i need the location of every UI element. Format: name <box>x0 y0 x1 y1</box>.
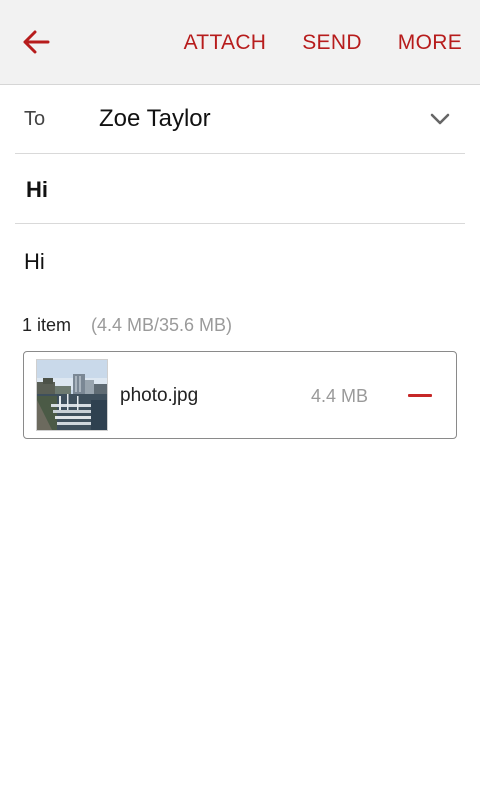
send-button[interactable]: SEND <box>302 31 362 55</box>
subject-row: Hi <box>15 154 465 224</box>
toolbar-actions: ATTACH SEND MORE <box>148 0 462 85</box>
back-button[interactable] <box>16 22 56 62</box>
minus-icon <box>408 394 432 397</box>
remove-attachment-button[interactable] <box>398 378 442 412</box>
attachment-total-size: (4.4 MB/35.6 MB) <box>91 315 233 335</box>
subject-field[interactable]: Hi <box>26 177 48 203</box>
chevron-down-icon[interactable] <box>429 109 451 129</box>
attachment-item[interactable]: photo.jpg 4.4 MB <box>23 351 457 439</box>
attach-button[interactable]: ATTACH <box>184 31 267 55</box>
message-body-field[interactable]: Hi <box>24 249 45 275</box>
photo-thumbnail <box>36 359 108 431</box>
top-toolbar: ATTACH SEND MORE <box>0 0 480 85</box>
more-button[interactable]: MORE <box>398 31 462 55</box>
to-label: To <box>24 108 46 130</box>
attachment-count: 1 item <box>22 315 72 335</box>
attachment-filesize: 4.4 MB <box>311 386 369 406</box>
recipient-row: To Zoe Taylor <box>15 85 465 154</box>
attachment-filename: photo.jpg <box>120 385 199 406</box>
arrow-left-icon <box>23 30 50 54</box>
recipient-field[interactable]: Zoe Taylor <box>99 105 211 133</box>
email-compose-screen: ATTACH SEND MORE To Zoe Taylor Hi Hi 1 i… <box>0 0 480 800</box>
